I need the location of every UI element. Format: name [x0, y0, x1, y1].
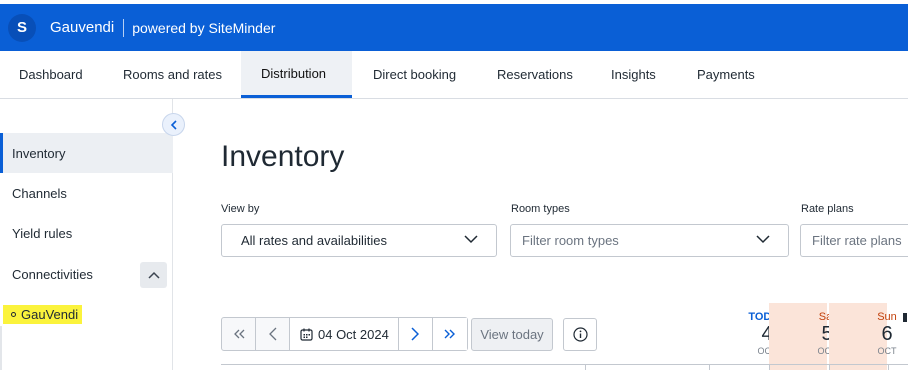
tab-label: Payments: [697, 67, 755, 82]
sidebar-item-label: Connectivities: [12, 266, 93, 282]
next-button[interactable]: [398, 318, 433, 350]
tab-label: Dashboard: [19, 67, 83, 82]
first-page-button[interactable]: [222, 318, 256, 350]
grid-header-line: [221, 364, 908, 365]
brand-divider: [123, 18, 125, 37]
grid-divider: [769, 364, 770, 370]
sidebar-subitem-gauvendi[interactable]: GauVendi: [3, 305, 83, 324]
sidebar-subitem-label: GauVendi: [21, 307, 79, 322]
view-by-select[interactable]: All rates and availabilities: [221, 224, 497, 257]
tab-distribution[interactable]: Distribution: [241, 51, 352, 98]
tab-direct-booking[interactable]: Direct booking: [352, 51, 477, 98]
grid-divider: [888, 364, 889, 370]
date-navigator: 04 Oct 2024: [221, 317, 468, 351]
top-bar: S Gauvendi powered by SiteMinder: [0, 0, 908, 51]
powered-by-label: powered by SiteMinder: [132, 19, 276, 36]
sidebar-item-yield-rules[interactable]: Yield rules: [0, 213, 173, 253]
chevron-left-icon: [170, 119, 177, 130]
day-column-partial: [889, 303, 908, 370]
chevron-up-icon: [147, 271, 160, 279]
tab-reservations[interactable]: Reservations: [477, 51, 591, 98]
previous-button[interactable]: [256, 318, 290, 350]
sidebar-edge: [0, 326, 2, 370]
view-today-button[interactable]: View today: [471, 318, 553, 351]
partial-day-marker: [903, 313, 907, 322]
tab-label: Reservations: [497, 67, 573, 82]
tab-insights[interactable]: Insights: [591, 51, 677, 98]
grid-divider: [709, 364, 710, 370]
chevron-left-icon: [268, 327, 276, 341]
rate-plans-placeholder: Filter rate plans: [812, 233, 902, 248]
grid-divider: [585, 364, 586, 370]
tab-label: Rooms and rates: [123, 67, 222, 82]
sidebar-item-channels[interactable]: Channels: [0, 173, 173, 213]
calendar-icon: [300, 328, 313, 341]
rate-plans-select[interactable]: Filter rate plans: [800, 224, 908, 257]
tab-dashboard[interactable]: Dashboard: [0, 51, 102, 98]
tab-label: Insights: [611, 67, 656, 82]
page-title: Inventory: [221, 140, 345, 173]
room-types-select[interactable]: Filter room types: [510, 224, 789, 257]
info-button[interactable]: [563, 318, 597, 351]
chevron-down-icon: [464, 235, 478, 244]
day-column-sun: Sun 6 OCT: [829, 303, 897, 370]
room-types-placeholder: Filter room types: [522, 233, 619, 248]
last-page-button[interactable]: [432, 318, 467, 350]
chevron-right-icon: [411, 327, 420, 341]
room-types-label: Room types: [511, 203, 570, 215]
view-by-label: View by: [221, 203, 260, 215]
sidebar-item-label: Channels: [12, 185, 67, 201]
view-today-label: View today: [480, 327, 544, 342]
logo-glyph: S: [16, 19, 27, 36]
sidebar-collapse-button[interactable]: [162, 113, 185, 136]
bullet-icon: [11, 312, 16, 317]
property-name[interactable]: Gauvendi: [50, 19, 114, 36]
tab-label: Distribution: [261, 65, 327, 81]
selected-date: 04 Oct 2024: [318, 326, 389, 342]
sidebar-item-inventory[interactable]: Inventory: [0, 133, 173, 173]
tab-payments[interactable]: Payments: [677, 51, 777, 98]
chevron-down-icon: [756, 235, 770, 244]
date-picker[interactable]: 04 Oct 2024: [290, 318, 399, 350]
tab-rooms-and-rates[interactable]: Rooms and rates: [102, 51, 241, 98]
view-by-value: All rates and availabilities: [241, 233, 387, 248]
double-chevron-right-icon: [444, 329, 455, 339]
siteminder-logo-icon[interactable]: S: [8, 13, 36, 42]
day-column-today: TODAY 4 OCT: [709, 303, 785, 370]
main-nav-tabs: Dashboard Rooms and rates Distribution D…: [0, 51, 908, 99]
app-window: S Gauvendi powered by SiteMinder Dashboa…: [0, 0, 908, 370]
tab-label: Direct booking: [373, 67, 457, 82]
day-column-sat: Sat 5 OCT: [769, 303, 837, 370]
sidebar-item-label: Inventory: [12, 145, 66, 161]
sidebar-item-label: Yield rules: [12, 225, 73, 241]
double-chevron-left-icon: [233, 329, 244, 339]
rate-plans-label: Rate plans: [801, 203, 854, 215]
connectivities-expand-button[interactable]: [140, 262, 167, 288]
info-icon: [572, 327, 588, 342]
grid-divider: [829, 364, 830, 370]
